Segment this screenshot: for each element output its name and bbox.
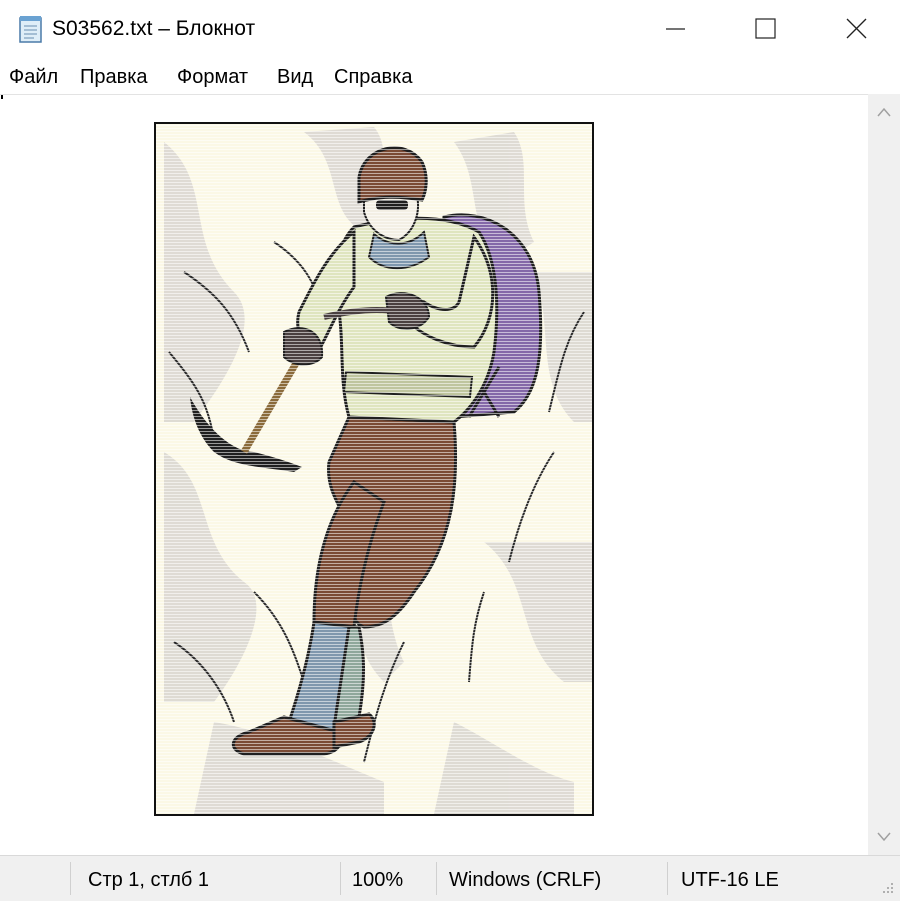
title-bar[interactable]: S03562.txt – Блокнот: [0, 0, 900, 58]
menu-format[interactable]: Формат: [176, 64, 249, 90]
status-separator: [436, 862, 437, 895]
text-edit-area[interactable]: [0, 94, 868, 856]
menu-file[interactable]: Файл: [8, 64, 59, 90]
status-separator: [340, 862, 341, 895]
ascii-art-image: [154, 122, 594, 816]
status-separator: [70, 862, 71, 895]
status-bar: Стр 1, стлб 1 100% Windows (CRLF) UTF-16…: [0, 855, 900, 901]
window-title: S03562.txt – Блокнот: [52, 17, 256, 40]
menu-help[interactable]: Справка: [333, 64, 413, 90]
text-caret: [1, 95, 3, 99]
close-icon: [846, 18, 867, 39]
minimize-icon: [666, 28, 685, 30]
menu-edit[interactable]: Правка: [79, 64, 149, 90]
status-encoding: UTF-16 LE: [681, 869, 779, 891]
menu-bar: Файл Правка Формат Вид Справка: [0, 58, 900, 94]
vertical-scrollbar[interactable]: [868, 94, 900, 855]
chevron-up-icon: [877, 107, 891, 117]
status-separator: [667, 862, 668, 895]
maximize-icon: [755, 18, 776, 39]
menu-view[interactable]: Вид: [276, 64, 314, 90]
scroll-up-button[interactable]: [868, 94, 900, 128]
status-position: Стр 1, стлб 1: [88, 869, 210, 891]
minimize-button[interactable]: [630, 0, 720, 58]
chevron-down-icon: [877, 832, 891, 842]
status-line-endings: Windows (CRLF): [449, 869, 602, 891]
maximize-button[interactable]: [720, 0, 810, 58]
close-button[interactable]: [810, 0, 900, 58]
notepad-icon: [16, 14, 46, 44]
status-zoom: 100%: [352, 869, 404, 891]
scroll-down-button[interactable]: [868, 821, 900, 855]
resize-grip-icon[interactable]: [876, 878, 896, 898]
